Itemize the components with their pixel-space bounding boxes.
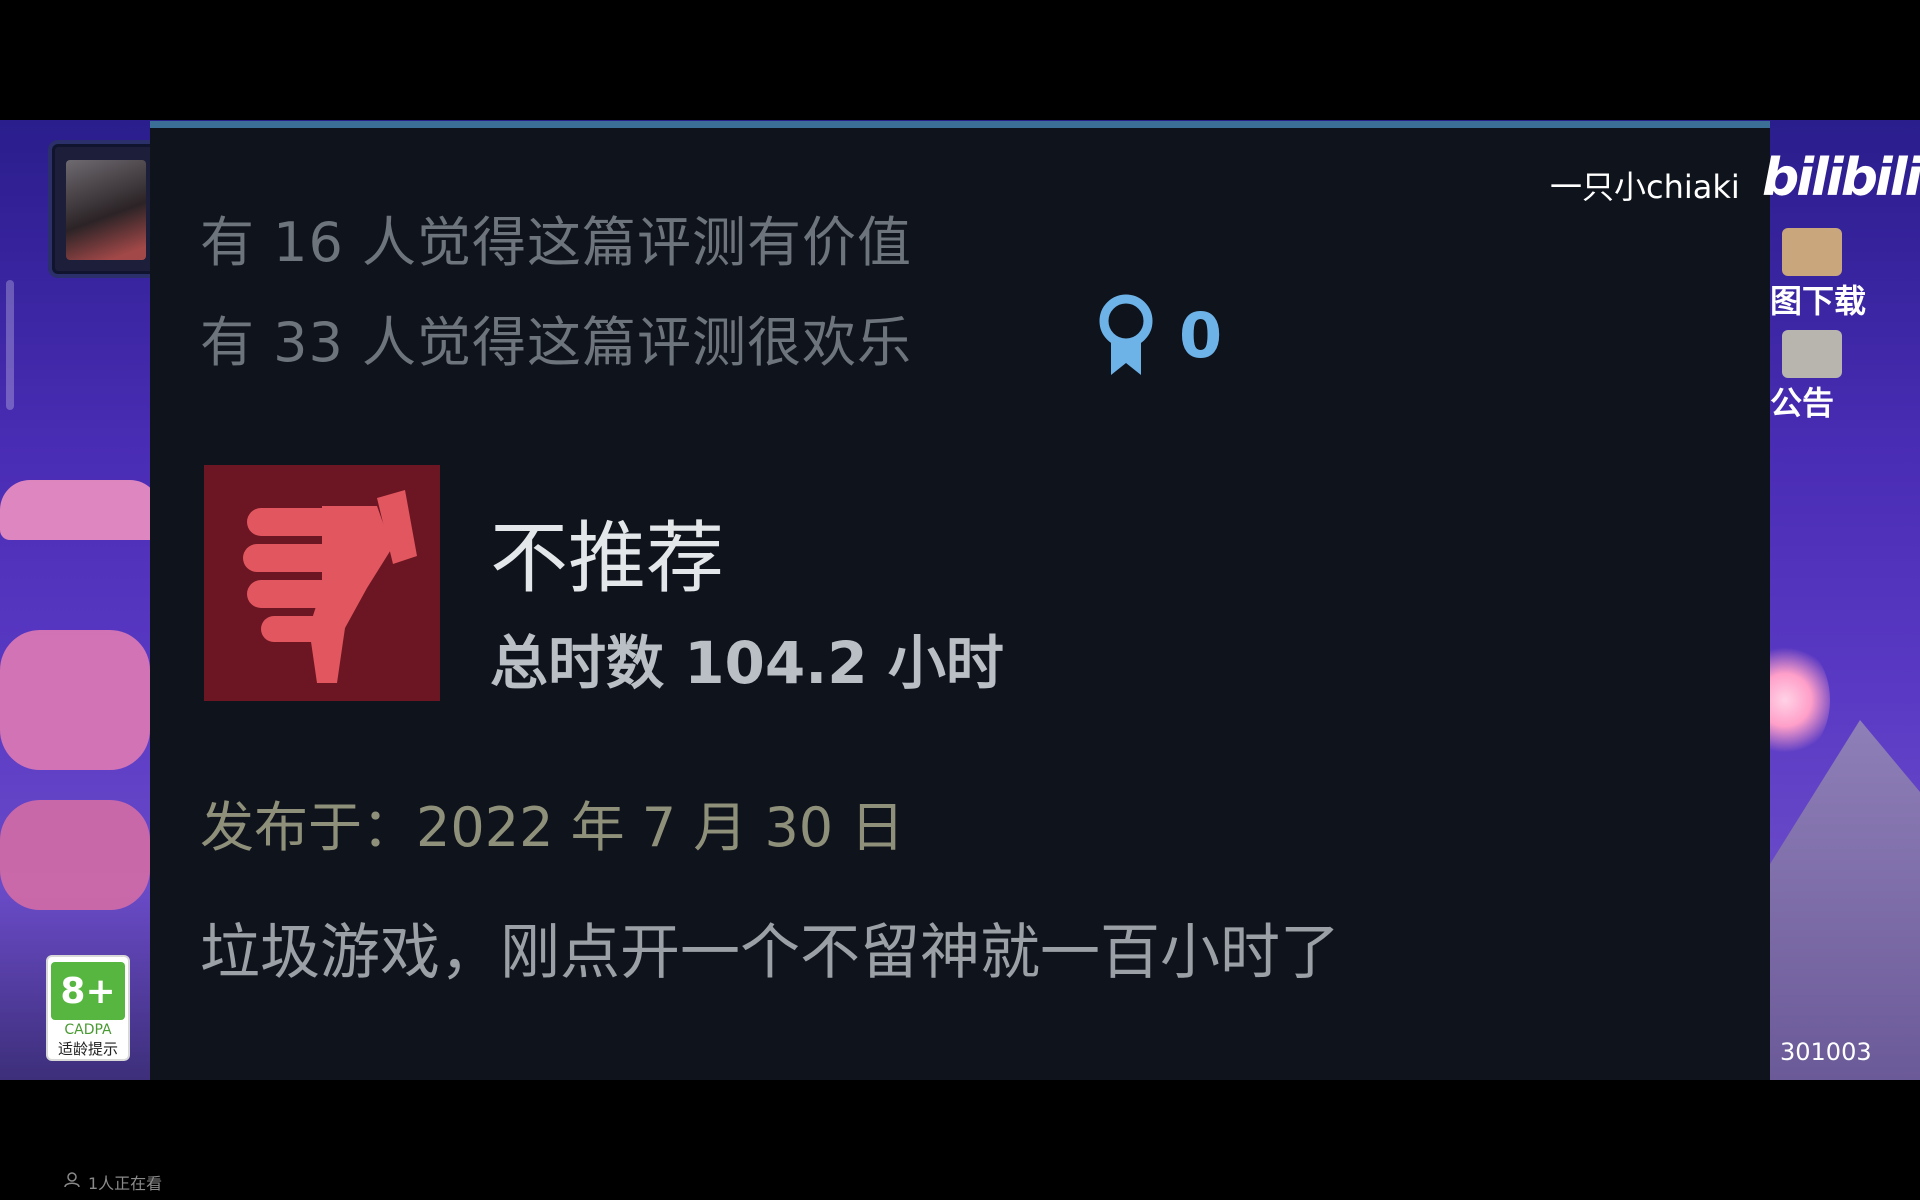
- age-rating-number: 8+: [51, 962, 125, 1020]
- decorative-stroke: [6, 280, 14, 410]
- uploader-watermark: 一只小chiaki: [1550, 168, 1740, 206]
- map-download-item: 图下载: [1770, 228, 1866, 322]
- hours-played: 总时数 104.2 小时: [490, 629, 1004, 697]
- map-download-label: 图下载: [1770, 282, 1867, 320]
- viewer-count-text: 1人正在看: [88, 1174, 163, 1193]
- award-ribbon-icon: [1095, 293, 1157, 378]
- avatar-portrait: [66, 160, 146, 260]
- game-avatar: [48, 140, 166, 278]
- age-rating-tip: 适龄提示: [57, 1040, 118, 1058]
- pixel-cloud: [0, 800, 150, 910]
- posted-date: 发布于：2022 年 7 月 30 日: [200, 796, 905, 859]
- announcement-label: 公告: [1770, 384, 1835, 422]
- review-verdict: 不推荐: [490, 514, 725, 604]
- viewer-icon: [64, 1172, 82, 1192]
- age-rating-org: CADPA: [64, 1022, 112, 1038]
- award-indicator: 0: [1095, 293, 1222, 378]
- review-body: 垃圾游戏，刚点开一个不留神就一百小时了: [200, 918, 1340, 988]
- award-count: 0: [1179, 299, 1223, 372]
- game-code: 301003: [1780, 1038, 1872, 1066]
- character-sticker-icon: [1782, 330, 1842, 378]
- pixel-cloud: [0, 630, 150, 770]
- viewer-count: 1人正在看: [64, 1170, 162, 1194]
- map-sticker-icon: [1782, 228, 1842, 276]
- announcement-item: 公告: [1770, 330, 1842, 424]
- funny-count: 有 33 人觉得这篇评测很欢乐: [200, 311, 913, 374]
- age-rating-badge: 8+ CADPA 适龄提示: [46, 955, 130, 1061]
- thumbs-down-icon: [204, 465, 440, 701]
- pixel-mountain: [1770, 720, 1920, 1080]
- helpful-count: 有 16 人觉得这篇评测有价值: [200, 211, 913, 274]
- bilibili-logo: bilibili: [1762, 148, 1920, 208]
- steam-review-panel: 有 16 人觉得这篇评测有价值 有 33 人觉得这篇评测很欢乐 0 不推荐 总时…: [150, 121, 1770, 1080]
- pixel-cloud: [0, 480, 160, 540]
